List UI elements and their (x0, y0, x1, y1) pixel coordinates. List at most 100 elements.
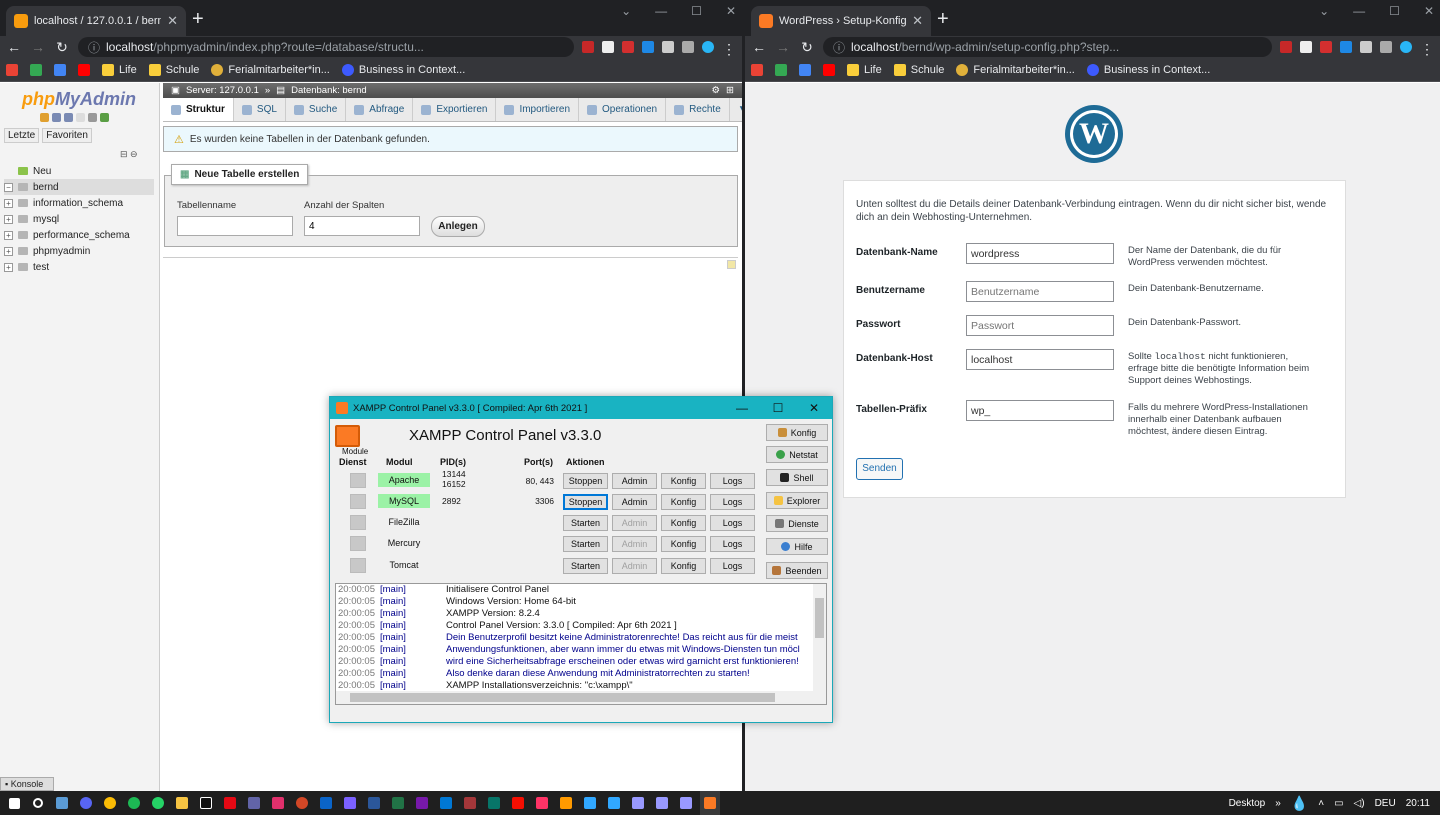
taskbar-app-xampp[interactable] (700, 791, 720, 815)
admin-apache-button[interactable]: Admin (612, 473, 657, 489)
desktop-toolbar-label[interactable]: Desktop (1229, 798, 1266, 809)
volume-icon[interactable]: ◁) (1354, 798, 1365, 809)
bookmark-life[interactable]: Life (847, 63, 882, 76)
expand-icon[interactable]: + (4, 246, 13, 256)
logs-mysql-button[interactable]: Logs (710, 494, 755, 510)
service-checkbox[interactable] (350, 515, 366, 530)
new-tab-icon[interactable]: + (937, 9, 949, 29)
taskbar-app[interactable] (340, 791, 360, 815)
config-filezilla-button[interactable]: Konfig (661, 515, 706, 531)
taskbar-app[interactable] (412, 791, 432, 815)
start-mercury-button[interactable]: Starten (563, 536, 608, 552)
db-item-test[interactable]: + test (4, 259, 154, 275)
gmail-bookmark[interactable] (6, 63, 18, 76)
adblock-icon[interactable] (1280, 41, 1292, 53)
tab-sql[interactable]: SQL (234, 98, 286, 121)
stop-mysql-button[interactable]: Stoppen (563, 494, 608, 510)
expand-icon[interactable]: + (4, 262, 13, 272)
extension-icon[interactable] (622, 41, 634, 53)
close-window-icon[interactable]: ✕ (1424, 4, 1434, 18)
start-button[interactable] (4, 791, 24, 815)
db-item-information-schema[interactable]: + information_schema (4, 195, 154, 211)
recent-tables-button[interactable]: Letzte (4, 128, 40, 143)
logs-apache-button[interactable]: Logs (710, 473, 755, 489)
bookmark-life[interactable]: Life (102, 63, 137, 76)
more-tabs-icon[interactable]: ▼ (730, 98, 742, 121)
minimize-icon[interactable]: — (655, 4, 667, 18)
tab-operationen[interactable]: Operationen (579, 98, 667, 121)
browser-tab-wordpress[interactable]: WordPress › Setup-Konfiguration ✕ (751, 6, 931, 36)
tab-struktur[interactable]: Struktur (163, 98, 234, 121)
gmail-bookmark[interactable] (751, 63, 763, 76)
reload-nav-icon[interactable] (100, 113, 109, 122)
start-filezilla-button[interactable]: Starten (563, 515, 608, 531)
expand-icon[interactable]: + (4, 198, 13, 208)
extension-icon[interactable] (1340, 41, 1352, 53)
taskbar-app[interactable] (244, 791, 264, 815)
taskbar-app[interactable] (532, 791, 552, 815)
clock[interactable]: 20:11 (1406, 798, 1430, 809)
maximize-icon[interactable]: ☐ (1389, 4, 1400, 18)
taskbar-app[interactable] (652, 791, 672, 815)
taskbar-app[interactable] (556, 791, 576, 815)
download-icon[interactable] (1380, 41, 1392, 53)
back-icon[interactable]: ← (6, 39, 22, 55)
service-checkbox[interactable] (350, 536, 366, 551)
taskbar-app[interactable] (364, 791, 384, 815)
taskbar-app[interactable] (268, 791, 288, 815)
extension-icon[interactable] (1300, 41, 1312, 53)
minimize-icon[interactable]: — (724, 401, 760, 415)
chevron-icon[interactable]: » (1275, 798, 1281, 809)
db-item-phpmyadmin[interactable]: + phpmyadmin (4, 243, 154, 259)
beenden-button[interactable]: Beenden (766, 562, 828, 579)
puzzle-icon[interactable] (662, 41, 674, 53)
back-icon[interactable]: ← (751, 39, 767, 55)
taskbar-app[interactable] (52, 791, 72, 815)
taskbar-app[interactable] (220, 791, 240, 815)
bookmark-business[interactable]: Business in Context... (1086, 63, 1210, 76)
maps-bookmark[interactable] (30, 63, 42, 76)
bookmark-schule[interactable]: Schule (148, 63, 199, 76)
db-item-new[interactable]: Neu (4, 163, 154, 179)
forward-icon[interactable]: → (30, 39, 46, 55)
table-name-input[interactable] (177, 216, 293, 236)
wordpress-logo-icon[interactable]: W (1065, 105, 1123, 163)
close-tab-icon[interactable]: ✕ (167, 13, 178, 29)
columns-input[interactable] (304, 216, 420, 236)
menu-icon[interactable]: ⋮ (1420, 41, 1434, 57)
service-checkbox[interactable] (350, 494, 366, 509)
collapse-icon[interactable]: − (4, 182, 13, 192)
shell-button[interactable]: Shell (766, 469, 828, 486)
hilfe-button[interactable]: Hilfe (766, 538, 828, 555)
config-apache-button[interactable]: Konfig (661, 473, 706, 489)
create-table-button[interactable]: Anlegen (431, 216, 485, 237)
bookmark-schule[interactable]: Schule (893, 63, 944, 76)
taskbar-app[interactable] (148, 791, 168, 815)
youtube-bookmark[interactable] (823, 63, 835, 76)
breadcrumb-database[interactable]: Datenbank: bernd (291, 85, 367, 96)
translate-bookmark[interactable] (54, 63, 66, 76)
phpmyadmin-logo[interactable]: phpMyAdmin (22, 89, 136, 110)
password-input[interactable] (966, 315, 1114, 336)
extension-icon[interactable] (1320, 41, 1332, 53)
submit-button[interactable]: Senden (856, 458, 903, 480)
dbhost-input[interactable] (966, 349, 1114, 370)
taskbar-app[interactable] (100, 791, 120, 815)
taskbar-app[interactable] (316, 791, 336, 815)
log-horizontal-scrollbar[interactable] (336, 691, 826, 704)
address-bar[interactable]: ⓘ localhost/bernd/wp-admin/setup-config.… (823, 37, 1272, 57)
docs-icon[interactable] (76, 113, 85, 122)
taskbar-app[interactable] (580, 791, 600, 815)
tab-importieren[interactable]: Importieren (496, 98, 580, 121)
taskbar-app[interactable] (460, 791, 480, 815)
prefix-input[interactable] (966, 400, 1114, 421)
bookmark-business[interactable]: Business in Context... (341, 63, 465, 76)
tray-overflow-icon[interactable]: ˄ (1318, 798, 1324, 809)
config-mysql-button[interactable]: Konfig (661, 494, 706, 510)
taskbar-app[interactable] (484, 791, 504, 815)
stop-apache-button[interactable]: Stoppen (563, 473, 608, 489)
minimize-icon[interactable]: — (1353, 4, 1365, 18)
netstat-button[interactable]: Netstat (766, 446, 828, 463)
print-icon[interactable] (727, 260, 736, 269)
console-toggle[interactable]: ▪ Konsole (0, 777, 54, 791)
